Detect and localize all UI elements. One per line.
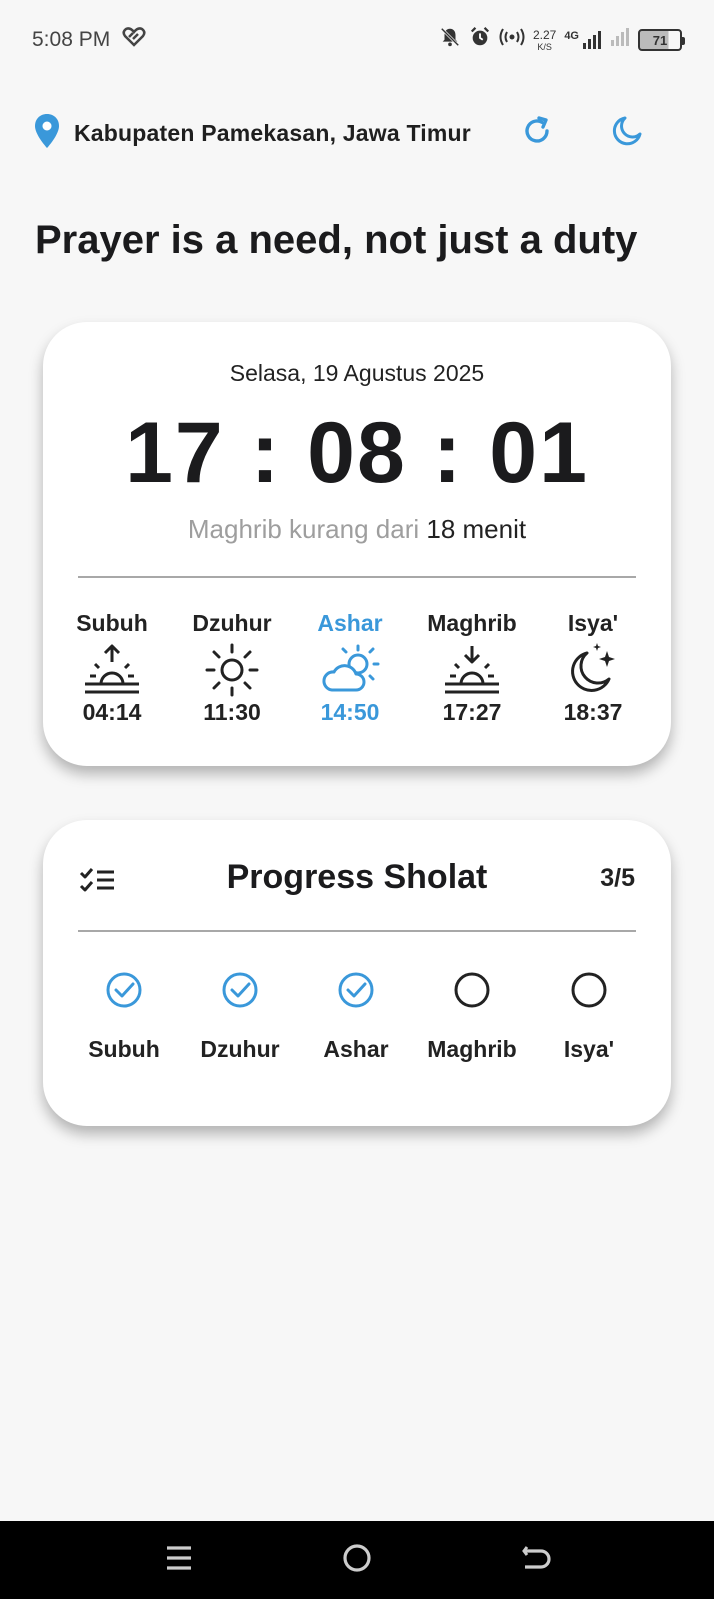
progress-header: Progress Sholat 3/5 bbox=[79, 858, 635, 900]
dark-mode-button[interactable] bbox=[610, 114, 644, 153]
prayer-name: Dzuhur bbox=[192, 610, 272, 636]
prayer-time: 17:27 bbox=[442, 699, 502, 725]
prayer-name: Subuh bbox=[76, 610, 148, 636]
moon-stars-icon bbox=[533, 641, 653, 699]
status-bar: 5:08 PM 2.27 K/S 4G 71 bbox=[0, 0, 714, 80]
status-time: 5:08 PM bbox=[32, 28, 111, 51]
countdown-prefix: Maghrib kurang dari bbox=[187, 514, 427, 544]
battery-level: 71 bbox=[652, 32, 668, 48]
prayer-maghrib: Maghrib 17:27 bbox=[412, 610, 532, 726]
hotspot-icon bbox=[499, 26, 525, 54]
progress-count: 3/5 bbox=[600, 864, 635, 892]
progress-item-dzuhur[interactable]: Dzuhur bbox=[180, 970, 300, 1063]
network-type: 4G bbox=[564, 30, 579, 42]
cloud-sun-icon bbox=[290, 641, 410, 699]
prayer-time: 18:37 bbox=[563, 699, 623, 725]
progress-label: Ashar bbox=[323, 1036, 389, 1062]
countdown-value: 18 menit bbox=[426, 514, 527, 544]
location-label: Kabupaten Pamekasan, Jawa Timur bbox=[74, 119, 471, 146]
progress-item-isya[interactable]: Isya' bbox=[529, 970, 649, 1063]
progress-label: Dzuhur bbox=[200, 1036, 280, 1062]
prayer-name: Isya' bbox=[567, 610, 619, 636]
divider bbox=[78, 930, 636, 932]
divider bbox=[78, 576, 636, 578]
moon-icon bbox=[612, 116, 642, 145]
check-circle-icon[interactable] bbox=[180, 970, 300, 1010]
progress-card: Progress Sholat 3/5 Subuh Dzuhur Ashar M… bbox=[43, 820, 671, 1126]
prayer-time: 14:50 bbox=[320, 699, 380, 725]
back-button[interactable] bbox=[521, 1541, 551, 1580]
current-clock: 17 : 08 : 01 bbox=[125, 405, 589, 501]
progress-title: Progress Sholat bbox=[226, 858, 488, 896]
sunset-icon bbox=[412, 641, 532, 699]
progress-item-maghrib[interactable]: Maghrib bbox=[412, 970, 532, 1063]
health-icon bbox=[122, 27, 146, 53]
prayer-subuh: Subuh 04:14 bbox=[52, 610, 172, 726]
back-icon bbox=[522, 1546, 551, 1569]
refresh-button[interactable] bbox=[520, 114, 554, 153]
net-speed-unit: K/S bbox=[537, 41, 552, 52]
sunrise-icon bbox=[52, 641, 172, 699]
progress-label: Isya' bbox=[563, 1036, 615, 1062]
prayer-dzuhur: Dzuhur 11:30 bbox=[172, 610, 292, 726]
net-speed-value: 2.27 bbox=[532, 27, 557, 42]
mute-bell-icon bbox=[439, 26, 461, 54]
prayer-name: Maghrib bbox=[427, 610, 517, 636]
check-circle-icon[interactable] bbox=[64, 970, 184, 1010]
progress-label: Maghrib bbox=[427, 1036, 517, 1062]
refresh-icon bbox=[525, 115, 549, 143]
check-circle-icon[interactable] bbox=[296, 970, 416, 1010]
prayer-time: 04:14 bbox=[82, 699, 142, 725]
menu-icon bbox=[167, 1546, 191, 1570]
home-button[interactable] bbox=[341, 1541, 373, 1580]
progress-item-subuh[interactable]: Subuh bbox=[64, 970, 184, 1063]
prayer-name: Ashar bbox=[317, 610, 383, 636]
progress-items: Subuh Dzuhur Ashar Maghrib Isya' bbox=[43, 970, 671, 1090]
location-pin-icon bbox=[34, 113, 60, 153]
next-prayer-countdown: Maghrib kurang dari 18 menit bbox=[43, 514, 671, 545]
system-nav-bar bbox=[0, 1521, 714, 1599]
prayer-times-row: Subuh 04:14 Dzuhur 11:30 Ashar 14:50 Mag… bbox=[43, 610, 671, 750]
current-date: Selasa, 19 Agustus 2025 bbox=[229, 360, 485, 386]
sun-icon bbox=[172, 641, 292, 699]
prayer-isya: Isya' 18:37 bbox=[533, 610, 653, 726]
empty-circle-icon[interactable] bbox=[529, 970, 649, 1010]
alarm-icon bbox=[469, 26, 491, 54]
net-speed: 2.27 K/S bbox=[533, 29, 556, 52]
tagline: Prayer is a need, not just a duty bbox=[35, 218, 638, 262]
progress-item-ashar[interactable]: Ashar bbox=[296, 970, 416, 1063]
home-icon bbox=[343, 1544, 371, 1572]
empty-circle-icon[interactable] bbox=[412, 970, 532, 1010]
signal-icon: 4G bbox=[564, 30, 602, 50]
signal-2-icon bbox=[610, 27, 630, 53]
menu-button[interactable] bbox=[164, 1541, 194, 1580]
prayer-ashar: Ashar 14:50 bbox=[290, 610, 410, 726]
prayer-time: 11:30 bbox=[203, 699, 261, 725]
battery-icon: 71 bbox=[638, 29, 685, 51]
location-bar: Kabupaten Pamekasan, Jawa Timur bbox=[34, 108, 674, 158]
progress-label: Subuh bbox=[88, 1036, 160, 1062]
prayer-time-card: Selasa, 19 Agustus 2025 17 : 08 : 01 Mag… bbox=[43, 322, 671, 766]
